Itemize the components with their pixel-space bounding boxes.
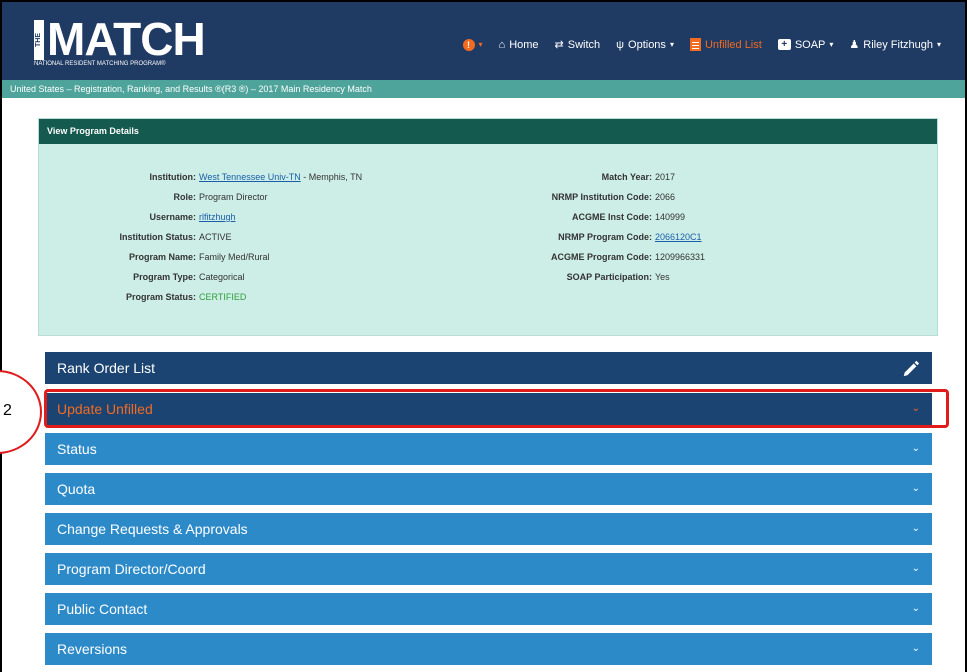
nav-soap[interactable]: + SOAP ▾ (770, 39, 842, 51)
section-title: Rank Order List (57, 360, 156, 376)
nav-options-label: Options (628, 38, 666, 51)
detail-label: SOAP Participation: (566, 272, 652, 282)
detail-label: Program Status: (125, 292, 196, 302)
detail-label: NRMP Program Code: (558, 232, 652, 242)
logo-word: MATCH (47, 13, 206, 65)
section-title: Quota (57, 481, 96, 497)
logo-subtitle: NATIONAL RESIDENT MATCHING PROGRAM® (34, 61, 166, 67)
detail-value: 140999 (655, 212, 686, 222)
nav-options[interactable]: ψ Options ▾ (608, 39, 682, 51)
section-title: Change Requests & Approvals (57, 521, 248, 537)
section-rank-order-list[interactable]: Rank Order List (45, 352, 932, 384)
detail-value: 2066 (655, 192, 676, 202)
chevron-down-icon: ⌄ (911, 483, 920, 494)
section-quota[interactable]: Quota ⌄ (45, 473, 932, 505)
detail-acgme-inst-code: ACGME Inst Code: 140999 (39, 212, 685, 222)
section-title: Program Director/Coord (57, 561, 206, 577)
detail-label: NRMP Institution Code: (551, 192, 652, 202)
logo-the: THE (34, 20, 44, 60)
section-change-requests[interactable]: Change Requests & Approvals ⌄ (45, 513, 932, 545)
pencil-icon[interactable] (902, 359, 920, 377)
main-nav: ! ▾ ⌂ Home ⇄ Switch ψ Options ▾ Unfilled… (455, 38, 949, 51)
chevron-down-icon: ⌄ (911, 643, 920, 654)
nav-user-label: Riley Fitzhugh (863, 38, 933, 51)
nav-switch-label: Switch (567, 38, 601, 51)
nav-unfilled-label: Unfilled List (704, 38, 762, 51)
info-menu[interactable]: ! ▾ (455, 38, 491, 51)
status-value: CERTIFIED (199, 292, 247, 302)
detail-nrmp-program-code: NRMP Program Code: 2066120C1 (39, 232, 702, 242)
section-status[interactable]: Status ⌄ (45, 433, 932, 465)
document-icon (689, 38, 701, 51)
section-reversions[interactable]: Reversions ⌄ (45, 633, 932, 665)
info-icon: ! (462, 38, 475, 51)
nav-home[interactable]: ⌂ Home (491, 39, 547, 51)
chevron-down-icon: ▾ (936, 40, 941, 49)
nav-home-label: Home (509, 38, 539, 51)
highlight-box (44, 389, 949, 428)
detail-nrmp-inst-code: NRMP Institution Code: 2066 (39, 192, 675, 202)
detail-value: Yes (655, 272, 670, 282)
chevron-down-icon: ⌄ (911, 603, 920, 614)
panel-title: View Program Details (39, 119, 937, 144)
top-navbar: THE MATCH NATIONAL RESIDENT MATCHING PRO… (2, 2, 965, 80)
breadcrumb: United States – Registration, Ranking, a… (2, 80, 965, 98)
chevron-down-icon: ▾ (669, 40, 674, 49)
nav-user[interactable]: ♟ Riley Fitzhugh ▾ (841, 38, 949, 52)
section-program-director[interactable]: Program Director/Coord ⌄ (45, 553, 932, 585)
program-code-link[interactable]: 2066120C1 (652, 232, 702, 242)
chevron-down-icon: ▾ (478, 40, 483, 49)
section-title: Public Contact (57, 601, 148, 617)
nav-switch[interactable]: ⇄ Switch (547, 38, 609, 52)
chevron-down-icon: ⌄ (911, 443, 920, 454)
detail-acgme-program-code: ACGME Program Code: 1209966331 (39, 252, 705, 262)
section-public-contact[interactable]: Public Contact ⌄ (45, 593, 932, 625)
detail-value: 1209966331 (655, 252, 706, 262)
detail-value: 2017 (655, 172, 676, 182)
shuffle-icon: ⇄ (554, 39, 564, 51)
detail-match-year: Match Year: 2017 (39, 172, 675, 182)
nav-unfilled-list[interactable]: Unfilled List (682, 38, 770, 51)
detail-label: ACGME Inst Code: (572, 212, 652, 222)
program-details-panel: View Program Details Institution: West Te… (38, 118, 938, 336)
chevron-down-icon: ▾ (829, 40, 834, 49)
medkit-icon: + (777, 39, 791, 50)
home-icon: ⌂ (498, 38, 506, 51)
user-icon: ♟ (849, 39, 860, 51)
detail-soap-participation: SOAP Participation: Yes (39, 272, 670, 282)
section-title: Status (57, 441, 97, 457)
detail-label: Match Year: (601, 172, 652, 182)
chevron-down-icon: ⌄ (911, 563, 920, 574)
step-number: 2 (3, 402, 12, 419)
detail-program-status: Program Status: CERTIFIED (39, 292, 246, 302)
stethoscope-icon: ψ (616, 38, 625, 51)
detail-label: ACGME Program Code: (550, 252, 652, 262)
nrmp-logo[interactable]: THE MATCH NATIONAL RESIDENT MATCHING PRO… (34, 13, 234, 68)
chevron-down-icon: ⌄ (911, 523, 920, 534)
nav-soap-label: SOAP (794, 38, 826, 51)
section-title: Reversions (57, 641, 128, 657)
